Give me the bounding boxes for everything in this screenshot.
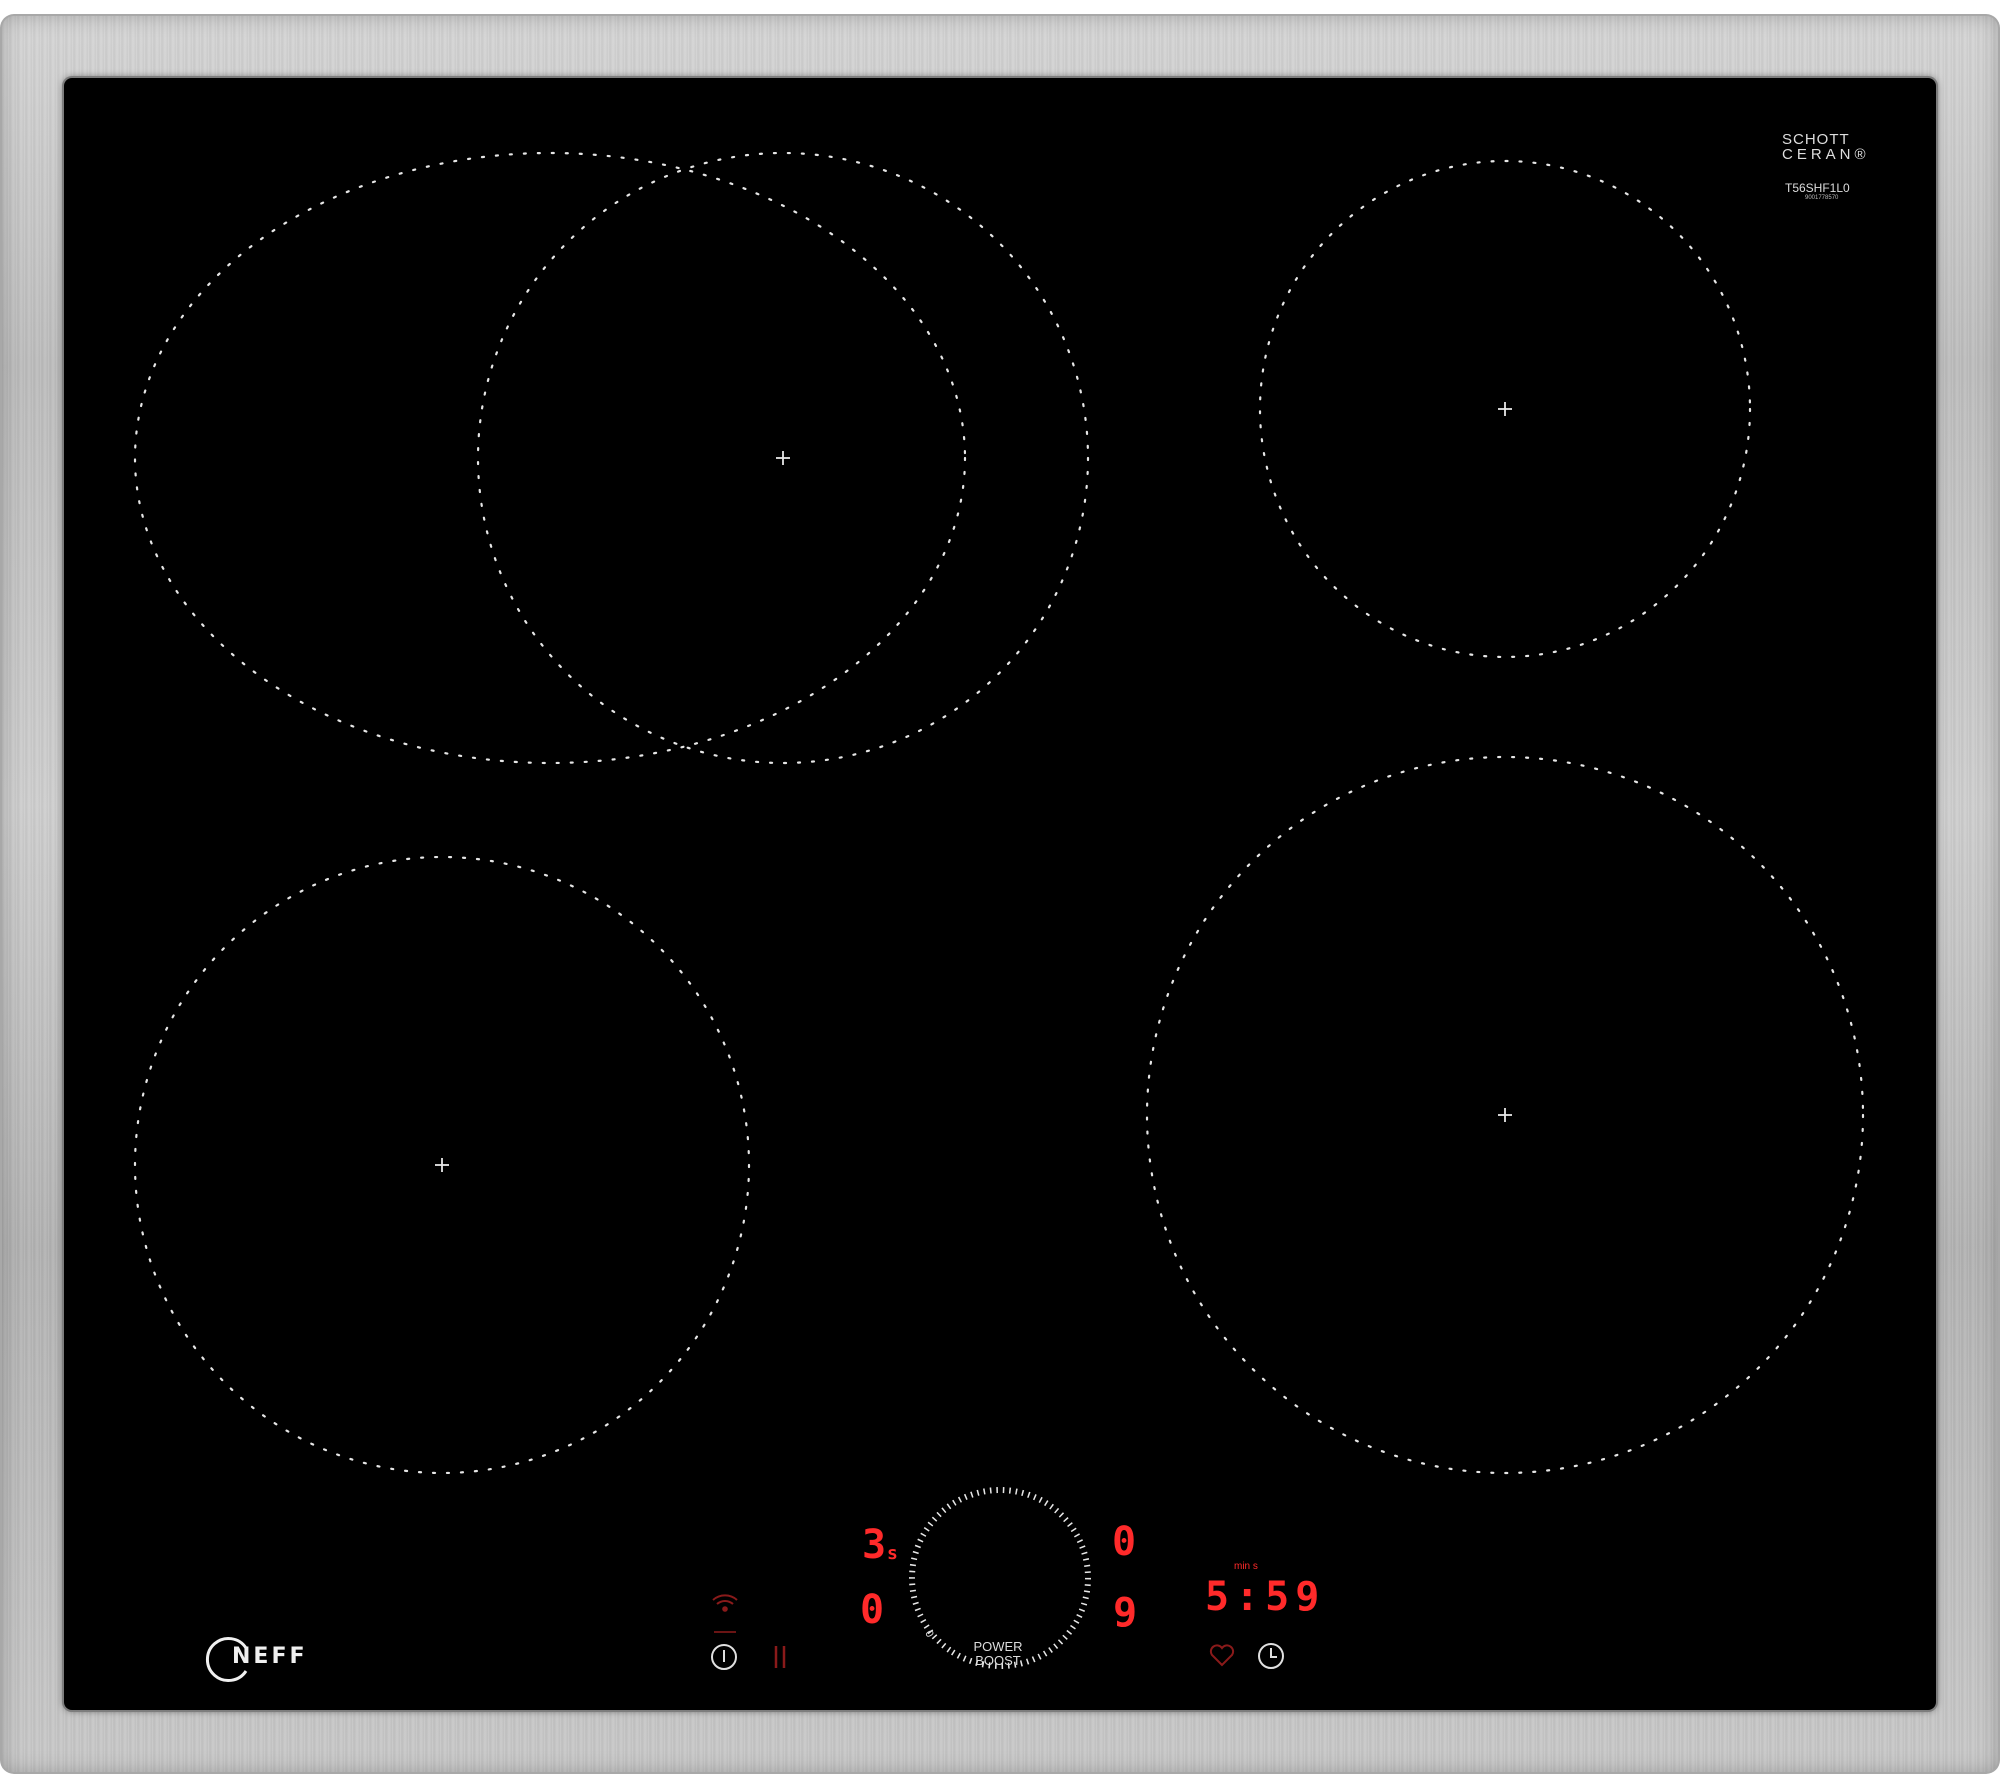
front-left-zone-crosshair-icon xyxy=(435,1158,449,1172)
power-boost-line1: POWER xyxy=(973,1639,1023,1654)
cooking-zones-layer xyxy=(133,151,1865,1682)
ceran-text: CERAN® xyxy=(1782,146,1870,163)
timer-display[interactable]: 5:59 xyxy=(1205,1577,1325,1617)
schott-text: SCHOTT xyxy=(1782,131,1850,148)
rear-left-flex-zone-outer-ring xyxy=(133,151,967,765)
neff-logo: NEFF xyxy=(232,1644,308,1669)
timer-units: min s xyxy=(1234,1561,1258,1572)
zone-display-bottom-left[interactable]: 0 xyxy=(860,1590,884,1630)
pause-icon[interactable] xyxy=(774,1646,786,1668)
control-dial-inner xyxy=(924,1502,1076,1654)
rear-left-zone-crosshair-icon xyxy=(776,451,790,465)
rear-right-zone-crosshair-icon xyxy=(1498,402,1512,416)
serial-number: 9001778570 xyxy=(1805,195,1839,201)
clock-icon[interactable] xyxy=(1258,1643,1284,1669)
power-boost-label[interactable]: POWER BOOST xyxy=(968,1640,1028,1668)
front-right-zone-crosshair-icon xyxy=(1498,1108,1512,1122)
heart-icon[interactable] xyxy=(1209,1644,1235,1667)
zone-display-bottom-right[interactable]: 6 xyxy=(1113,1587,1137,1633)
wifi-icon[interactable] xyxy=(712,1594,738,1633)
model-number: T56SHF1L0 xyxy=(1785,181,1850,195)
zone-display-top-left-unit: s xyxy=(887,1543,898,1564)
zone-display-top-right[interactable]: 0 xyxy=(1112,1522,1136,1562)
power-icon[interactable] xyxy=(711,1644,737,1670)
power-boost-line2: BOOST xyxy=(975,1653,1021,1668)
zone-display-top-left[interactable]: 3 xyxy=(862,1525,886,1565)
